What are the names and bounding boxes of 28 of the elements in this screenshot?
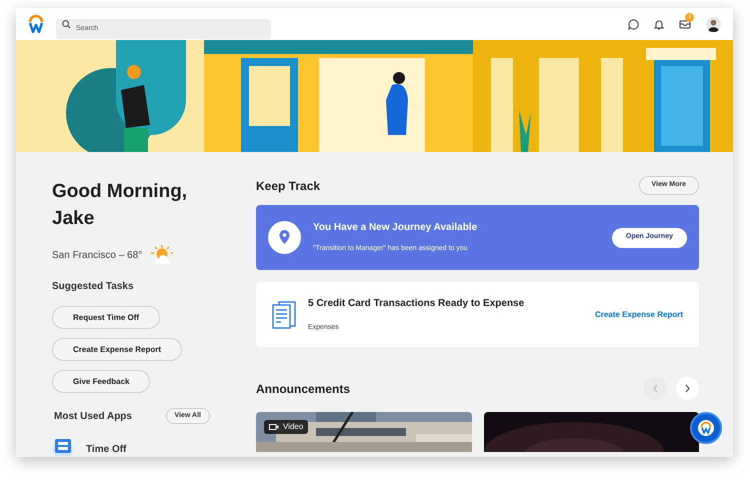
video-label: Video [283, 421, 304, 433]
inbox-icon[interactable] [679, 19, 691, 29]
location-pin-icon [268, 221, 301, 254]
app-link[interactable]: Time Off [86, 442, 126, 457]
task-button[interactable]: Give Feedback [52, 370, 150, 393]
section-heading: Announcements [256, 380, 350, 398]
receipt-icon [272, 300, 296, 328]
card-title: You Have a New Journey Available [313, 221, 478, 236]
chat-icon[interactable] [628, 18, 639, 30]
logo-icon [697, 419, 715, 437]
video-camera-icon [269, 424, 279, 430]
section-heading: Keep Track [256, 178, 320, 194]
chevron-right-icon [684, 384, 691, 393]
task-button[interactable]: Request Time Off [52, 306, 160, 329]
avatar-icon[interactable] [706, 16, 721, 32]
assistant-button[interactable] [690, 412, 722, 444]
card-title: 5 Credit Card Transactions Ready to Expense [308, 296, 524, 311]
section-heading: Suggested Tasks [52, 280, 135, 294]
notifications-icon[interactable] [654, 18, 664, 30]
sun-cloud-icon [150, 244, 174, 266]
logo-icon[interactable] [28, 15, 44, 33]
create-expense-report-link[interactable]: Create Expense Report [594, 308, 683, 320]
search-icon [62, 20, 71, 28]
chevron-left-icon [652, 384, 659, 393]
weather-text: San Francisco – 68° [52, 248, 142, 262]
section-heading: Most Used Apps [54, 410, 132, 424]
greeting-heading: Good Morning, Jake [52, 180, 188, 231]
task-button[interactable]: Create Expense Report [52, 338, 182, 361]
